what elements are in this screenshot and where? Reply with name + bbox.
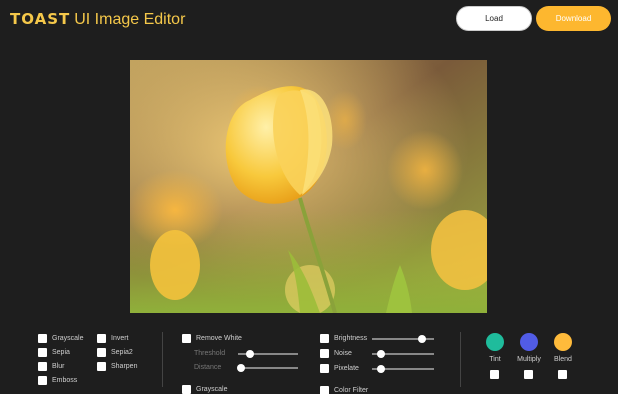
slider-knob[interactable]	[246, 350, 254, 358]
noise-label: Noise	[334, 350, 352, 357]
brightness-slider[interactable]	[372, 335, 434, 343]
remove-white-label: Remove White	[196, 335, 242, 342]
emboss-checkbox[interactable]: Emboss	[38, 376, 77, 385]
checkbox-box[interactable]	[320, 386, 329, 394]
divider	[162, 332, 163, 387]
brightness-label: Brightness	[334, 335, 368, 342]
grayscale-label: Grayscale	[52, 335, 84, 342]
grayscale-checkbox[interactable]: Grayscale	[38, 334, 84, 343]
color-filter-checkbox[interactable]: Color Filter	[320, 386, 368, 394]
checkbox-box[interactable]	[320, 349, 329, 358]
checkbox-box[interactable]	[97, 362, 106, 371]
multiply-checkbox[interactable]	[524, 370, 533, 379]
logo-title: UI Image Editor	[74, 11, 186, 28]
pixelate-label: Pixelate	[334, 365, 359, 372]
checkbox-box[interactable]	[320, 364, 329, 373]
remove-white-checkbox[interactable]: Remove White	[182, 334, 242, 343]
sepia2-label: Sepia2	[111, 349, 133, 356]
tint-color-swatch[interactable]	[486, 333, 504, 351]
noise-checkbox[interactable]: Noise	[320, 349, 352, 358]
sepia-label: Sepia	[52, 349, 70, 356]
checkbox-box[interactable]	[38, 362, 47, 371]
color-filter-label: Color Filter	[334, 387, 369, 394]
sepia-checkbox[interactable]: Sepia	[38, 348, 70, 357]
slider-knob[interactable]	[417, 335, 426, 343]
divider	[460, 332, 461, 387]
image-canvas[interactable]	[130, 60, 487, 313]
checkbox-box[interactable]	[38, 348, 47, 357]
invert-checkbox[interactable]: Invert	[97, 334, 129, 343]
pixelate-slider[interactable]	[372, 365, 434, 373]
checkbox-box[interactable]	[182, 385, 191, 394]
threshold-label: Threshold	[194, 350, 226, 357]
invert-label: Invert	[111, 335, 129, 342]
multiply-color-swatch[interactable]	[520, 333, 538, 351]
filter-panel: Grayscale Sepia Blur Emboss Invert Sepia…	[0, 325, 618, 394]
tint-checkbox[interactable]	[490, 370, 499, 379]
slider-knob[interactable]	[237, 364, 245, 372]
sharpen-label: Sharpen	[111, 363, 138, 370]
brightness-checkbox[interactable]: Brightness	[320, 334, 367, 343]
blend-color-swatch[interactable]	[554, 333, 572, 351]
load-button[interactable]: Load	[456, 6, 532, 31]
blend-checkbox[interactable]	[558, 370, 567, 379]
tulip-photo	[130, 60, 487, 313]
distance-label: Distance	[194, 364, 222, 371]
header: TOAST UI Image Editor Load Download	[0, 0, 618, 40]
sharpen-checkbox[interactable]: Sharpen	[97, 362, 137, 371]
slider-knob[interactable]	[377, 365, 386, 373]
grayscale2-checkbox[interactable]: Grayscale	[182, 385, 228, 394]
distance-slider[interactable]	[237, 364, 298, 372]
blend-label: Blend	[554, 356, 572, 363]
checkbox-box[interactable]	[182, 334, 191, 343]
slider-track	[238, 367, 298, 369]
slider-knob[interactable]	[377, 350, 386, 358]
checkbox-box[interactable]	[38, 334, 47, 343]
blur-label: Blur	[52, 363, 65, 370]
sepia2-checkbox[interactable]: Sepia2	[97, 348, 133, 357]
blur-checkbox[interactable]: Blur	[38, 362, 64, 371]
pixelate-checkbox[interactable]: Pixelate	[320, 364, 359, 373]
emboss-label: Emboss	[52, 377, 78, 384]
logo-brand: TOAST	[10, 10, 71, 28]
download-button[interactable]: Download	[536, 6, 611, 31]
checkbox-box[interactable]	[97, 348, 106, 357]
grayscale2-label: Grayscale	[196, 386, 228, 393]
checkbox-box[interactable]	[320, 334, 329, 343]
noise-slider[interactable]	[372, 350, 434, 358]
checkbox-box[interactable]	[97, 334, 106, 343]
app-logo: TOAST UI Image Editor	[10, 10, 185, 29]
threshold-slider[interactable]	[238, 350, 298, 358]
checkbox-box[interactable]	[38, 376, 47, 385]
